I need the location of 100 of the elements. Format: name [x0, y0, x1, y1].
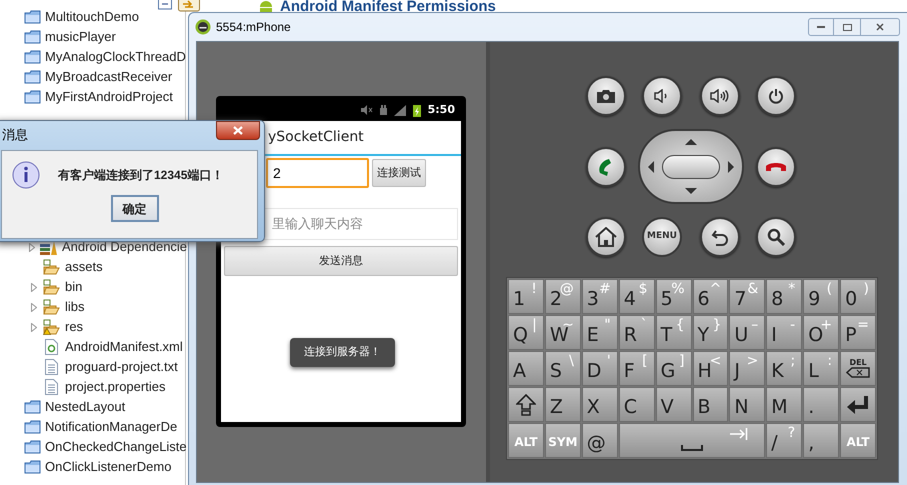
tree-item[interactable]: res [65, 317, 84, 337]
tree-item[interactable]: NestedLayout [45, 397, 126, 417]
volume-down-button[interactable] [642, 76, 682, 116]
center-button[interactable] [662, 154, 720, 178]
keyboard-key[interactable]: 5% [656, 279, 692, 314]
back-arrow-icon [711, 228, 729, 246]
keyboard-key[interactable]: J > [729, 351, 766, 386]
keyboard-key[interactable]: 2@ [544, 279, 581, 314]
expand-arrow-icon[interactable] [30, 322, 36, 332]
tree-item[interactable]: OnClickListenerDemo [45, 457, 172, 477]
keyboard-key[interactable]: DEL [840, 351, 876, 386]
keyboard-key[interactable]: 9 ( [803, 279, 840, 314]
tree-item[interactable]: project.properties [65, 377, 166, 397]
keyboard-key[interactable]: E " [582, 315, 618, 350]
keyboard-key[interactable]: 6^ [692, 279, 728, 314]
close-button[interactable] [860, 18, 900, 36]
tree-item[interactable]: NotificationManagerDe [45, 417, 178, 437]
end-call-button[interactable] [756, 146, 796, 186]
keyboard-key[interactable]: D ' [582, 351, 618, 386]
keyboard-key[interactable]: 0 ) [840, 279, 876, 314]
keyboard-key[interactable]: 8 * [766, 279, 802, 314]
keyboard-key[interactable]: O+ [803, 315, 840, 350]
keyboard-key[interactable]: Q | [508, 315, 544, 350]
keyboard-key[interactable]: X [582, 387, 618, 422]
keyboard-key[interactable]: W~ [544, 315, 581, 350]
keyboard-key[interactable]: , [803, 423, 840, 458]
keyboard-key[interactable]: R ` [618, 315, 655, 350]
tree-item[interactable]: musicPlayer [45, 27, 116, 47]
tree-item[interactable]: MultitouchDemo [45, 7, 139, 27]
maximize-button[interactable] [834, 18, 860, 36]
expand-arrow-icon[interactable] [30, 282, 36, 292]
power-button[interactable] [756, 76, 796, 116]
tree-item[interactable]: libs [65, 297, 85, 317]
menu-button[interactable]: MENU [642, 217, 682, 257]
camera-button[interactable] [586, 76, 626, 116]
keyboard-key[interactable]: L : [803, 351, 840, 386]
ok-button[interactable]: 确定 [110, 195, 158, 222]
keyboard-key[interactable]: 7& [729, 279, 766, 314]
books-icon [40, 240, 57, 254]
keyboard-key[interactable]: Z [544, 387, 581, 422]
tree-item[interactable]: OnCheckedChangeListe [45, 437, 187, 457]
address-field[interactable]: 2 [266, 158, 369, 188]
keyboard-key[interactable]: V [656, 387, 692, 422]
volume-up-button[interactable] [700, 76, 740, 116]
folder-icon [24, 50, 41, 64]
tree-item[interactable]: proguard-project.txt [65, 357, 178, 377]
keyboard-key[interactable]: / ? [766, 423, 802, 458]
keyboard-key[interactable]: T { [656, 315, 692, 350]
keyboard-key[interactable]: 3# [582, 279, 618, 314]
keyboard-key[interactable]: G ] [656, 351, 692, 386]
back-button[interactable] [700, 217, 740, 257]
enter-icon [846, 394, 870, 414]
keyboard-key[interactable]: B [692, 387, 728, 422]
expand-arrow-icon[interactable] [29, 242, 35, 252]
warning-icon [43, 328, 51, 335]
package-folder-icon [43, 279, 60, 295]
keyboard-key[interactable]: A [508, 351, 544, 386]
folder-icon [24, 400, 41, 414]
keyboard-key[interactable]: I - [766, 315, 802, 350]
keyboard-key[interactable]: C [618, 387, 655, 422]
collapse-all-icon[interactable] [158, 0, 172, 10]
connect-button[interactable]: 连接测试 [372, 159, 426, 187]
status-time: 5:50 [428, 102, 455, 118]
keyboard-key[interactable]: K ; [766, 351, 802, 386]
close-button[interactable] [216, 121, 260, 140]
tree-item[interactable]: MyBroadcastReceiver [45, 67, 172, 87]
keyboard-key[interactable]: S \ [544, 351, 581, 386]
text-file-icon [45, 379, 58, 395]
tree-item[interactable]: MyFirstAndroidProject [45, 87, 173, 107]
folder-icon [24, 460, 41, 474]
keyboard-key[interactable]: U– [729, 315, 766, 350]
keyboard-key[interactable]: . [803, 387, 840, 422]
home-button[interactable] [586, 217, 626, 257]
tree-item[interactable]: AndroidManifest.xml [65, 337, 183, 357]
keyboard-key[interactable] [508, 387, 544, 422]
keyboard-key[interactable]: F [ [618, 351, 655, 386]
send-button[interactable]: 发送消息 [224, 246, 458, 276]
folder-icon [24, 420, 41, 434]
keyboard-key[interactable] [840, 387, 876, 422]
tree-item[interactable]: assets [65, 257, 103, 277]
tree-item[interactable]: MyAnalogClockThreadD [45, 47, 186, 67]
right-arrow-icon [728, 160, 734, 172]
keyboard-key[interactable]: H< [692, 351, 728, 386]
expand-arrow-icon[interactable] [30, 302, 36, 312]
up-arrow-icon [685, 139, 697, 145]
keyboard-key[interactable]: N [729, 387, 766, 422]
search-button[interactable] [756, 217, 796, 257]
usb-icon [380, 105, 387, 115]
tree-item[interactable]: bin [65, 277, 82, 297]
keyboard-key[interactable]: @ [582, 423, 618, 458]
shift-icon [516, 394, 536, 416]
keyboard-key[interactable]: P= [840, 315, 876, 350]
minimize-button[interactable] [808, 18, 834, 36]
call-button[interactable] [586, 146, 626, 186]
keyboard-key[interactable]: 1 ! [508, 279, 544, 314]
text-file-icon [45, 359, 58, 375]
keyboard-key[interactable]: Y } [692, 315, 728, 350]
keyboard-key[interactable]: M [766, 387, 802, 422]
keyboard-key[interactable]: 4$ [618, 279, 655, 314]
link-editor-icon[interactable] [178, 0, 200, 12]
